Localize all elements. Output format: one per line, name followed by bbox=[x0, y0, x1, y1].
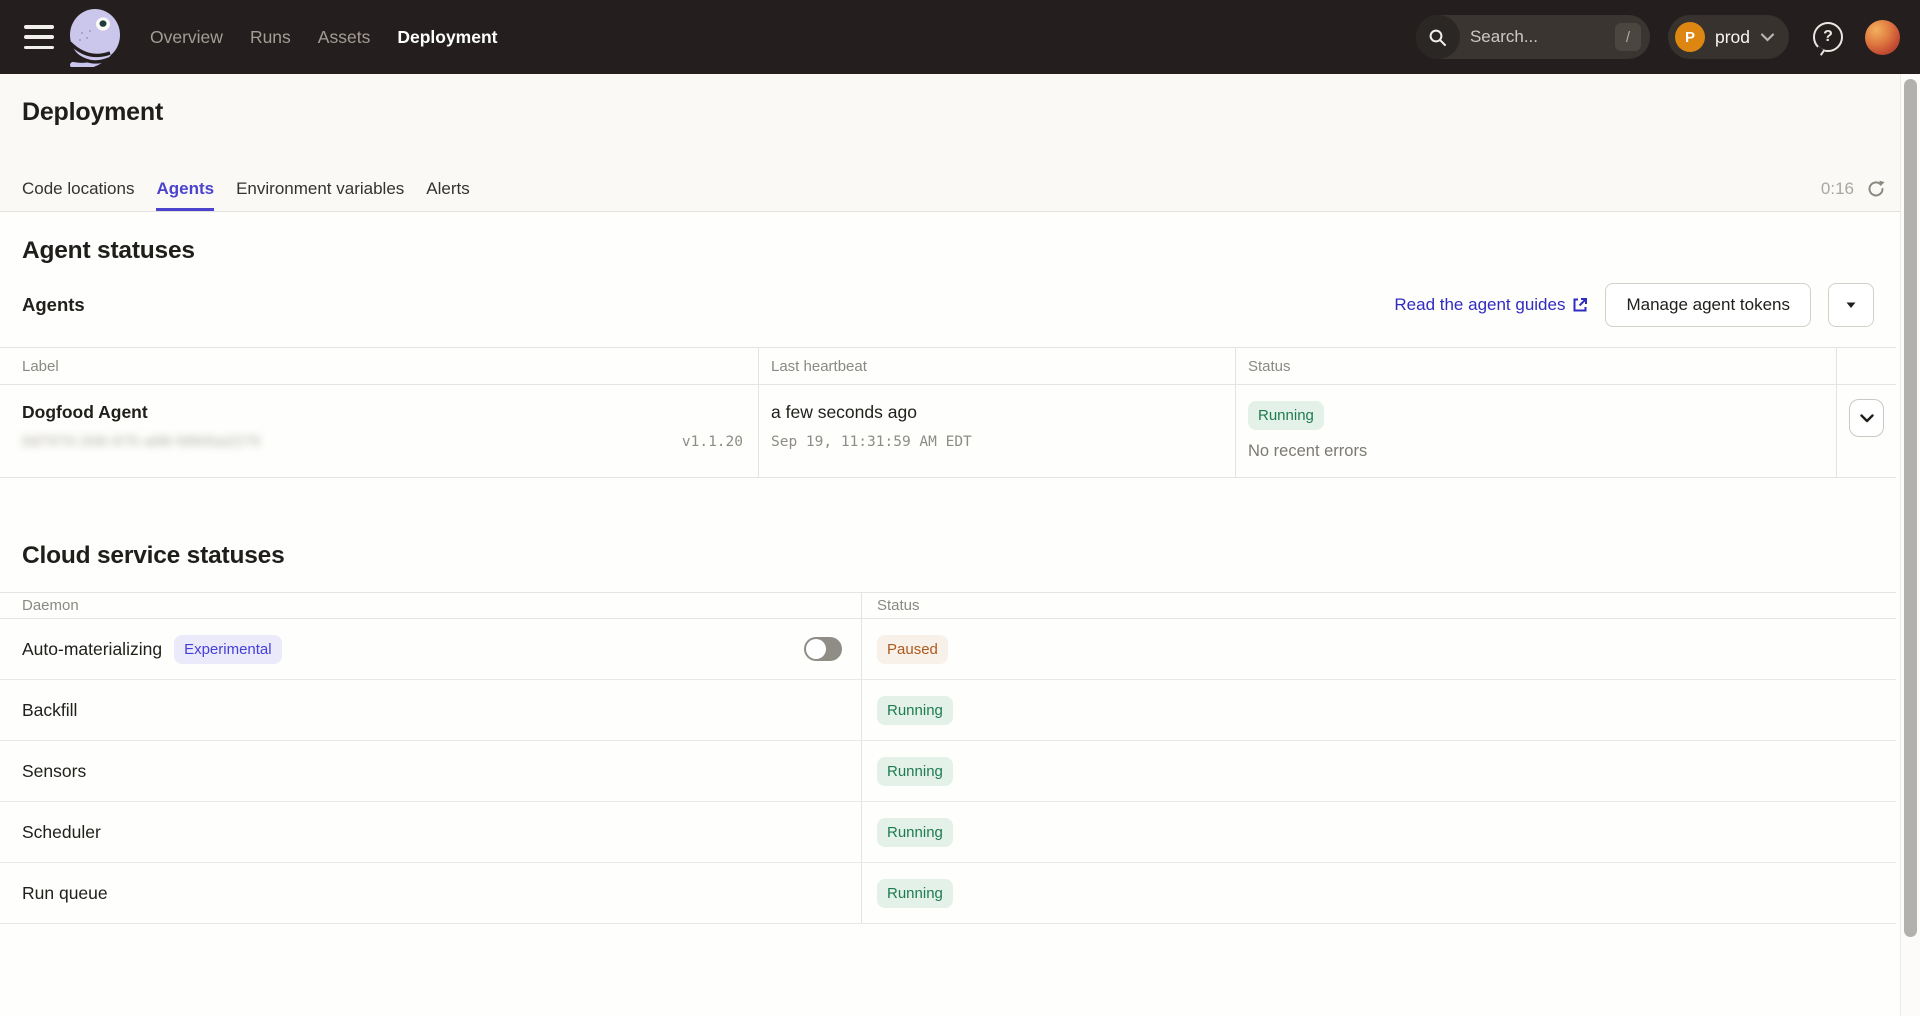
agent-heartbeat-cell: a few seconds ago Sep 19, 11:31:59 AM ED… bbox=[759, 385, 1236, 478]
deployment-name: prod bbox=[1715, 27, 1750, 48]
nav-item-runs[interactable]: Runs bbox=[250, 27, 291, 48]
agent-statuses-heading: Agent statuses bbox=[22, 236, 1896, 266]
agent-label-cell: Dogfood Agent 0d7970-206-975-a98-fd905a2… bbox=[0, 385, 759, 478]
nav-item-deployment[interactable]: Deployment bbox=[397, 27, 497, 48]
status-cell-run-queue: Running bbox=[862, 863, 1896, 924]
chevron-down-icon bbox=[1760, 32, 1775, 42]
help-icon[interactable]: ? bbox=[1813, 22, 1843, 52]
status-cell-scheduler: Running bbox=[862, 802, 1896, 863]
daemon-name: Scheduler bbox=[22, 822, 101, 843]
refresh-countdown: 0:16 bbox=[1821, 179, 1854, 199]
nav-item-assets[interactable]: Assets bbox=[318, 27, 371, 48]
column-header-status: Status bbox=[862, 593, 1896, 619]
chevron-down-icon bbox=[1860, 414, 1874, 423]
tab-agents[interactable]: Agents bbox=[156, 179, 214, 211]
daemon-name: Run queue bbox=[22, 883, 108, 904]
daemon-cell-auto-materializing: Auto-materializing Experimental bbox=[0, 619, 862, 680]
status-cell-auto-materializing: Paused bbox=[862, 619, 1896, 680]
read-agent-guides-link[interactable]: Read the agent guides bbox=[1394, 295, 1588, 315]
agents-table: Label Last heartbeat Status Dogfood Agen… bbox=[0, 347, 1896, 478]
status-badge: Running bbox=[877, 818, 953, 847]
daemon-cell-scheduler: Scheduler bbox=[0, 802, 862, 863]
search-icon bbox=[1416, 15, 1460, 59]
top-navigation-bar: Overview Runs Assets Deployment Search... /… bbox=[0, 0, 1920, 74]
cloud-services-table: Daemon Status Auto-materializing Experime… bbox=[0, 592, 1896, 924]
agent-actions-dropdown-button[interactable] bbox=[1828, 283, 1874, 327]
daemon-name: Auto-materializing bbox=[22, 639, 162, 660]
daemon-cell-sensors: Sensors bbox=[0, 741, 862, 802]
heartbeat-timestamp: Sep 19, 11:31:59 AM EDT bbox=[771, 434, 1223, 450]
hamburger-menu-icon[interactable] bbox=[24, 25, 54, 49]
external-link-icon bbox=[1572, 297, 1588, 313]
tab-bar: Code locations Agents Environment variable… bbox=[22, 179, 470, 211]
refresh-icon[interactable] bbox=[1866, 179, 1886, 199]
tab-alerts[interactable]: Alerts bbox=[426, 179, 469, 211]
status-badge: Running bbox=[1248, 401, 1324, 430]
agent-id-blurred: 0d7970-206-975-a98-fd905a2275 bbox=[22, 433, 261, 450]
status-cell-backfill: Running bbox=[862, 680, 1896, 741]
column-header-label: Label bbox=[0, 348, 759, 385]
cloud-service-statuses-heading: Cloud service statuses bbox=[22, 541, 1896, 571]
search-shortcut-key: / bbox=[1615, 23, 1641, 51]
agent-version: v1.1.20 bbox=[682, 434, 743, 450]
status-badge: Running bbox=[877, 879, 953, 908]
deployment-badge: P bbox=[1675, 22, 1705, 52]
status-badge: Paused bbox=[877, 635, 948, 664]
caret-down-icon bbox=[1845, 301, 1857, 309]
column-header-status: Status bbox=[1236, 348, 1837, 385]
agent-name: Dogfood Agent bbox=[22, 401, 743, 423]
page-title: Deployment bbox=[22, 98, 163, 127]
page-scrollbar bbox=[1900, 74, 1920, 1016]
agent-expand-cell bbox=[1837, 385, 1896, 478]
agent-errors-text: No recent errors bbox=[1248, 442, 1824, 461]
status-cell-sensors: Running bbox=[862, 741, 1896, 802]
deployment-switcher[interactable]: P prod bbox=[1668, 15, 1789, 59]
agent-expand-button[interactable] bbox=[1849, 399, 1884, 437]
search-placeholder: Search... bbox=[1470, 27, 1615, 47]
daemon-cell-run-queue: Run queue bbox=[0, 863, 862, 924]
column-header-last-heartbeat: Last heartbeat bbox=[759, 348, 1236, 385]
status-badge: Running bbox=[877, 757, 953, 786]
nav-item-overview[interactable]: Overview bbox=[150, 27, 223, 48]
daemon-name: Sensors bbox=[22, 761, 86, 782]
column-header-daemon: Daemon bbox=[0, 593, 862, 619]
manage-agent-tokens-button[interactable]: Manage agent tokens bbox=[1605, 283, 1811, 327]
tab-environment-variables[interactable]: Environment variables bbox=[236, 179, 404, 211]
scrollbar-thumb[interactable] bbox=[1904, 79, 1917, 937]
experimental-badge: Experimental bbox=[174, 635, 282, 664]
status-badge: Running bbox=[877, 696, 953, 725]
tab-code-locations[interactable]: Code locations bbox=[22, 179, 134, 211]
main-content: Agent statuses Agents Read the agent gui… bbox=[0, 236, 1896, 924]
dagster-logo[interactable] bbox=[68, 7, 122, 67]
search-input[interactable]: Search... / bbox=[1416, 15, 1650, 59]
agent-status-cell: Running No recent errors bbox=[1236, 385, 1837, 478]
daemon-cell-backfill: Backfill bbox=[0, 680, 862, 741]
heartbeat-relative: a few seconds ago bbox=[771, 401, 1223, 423]
auto-materializing-toggle[interactable] bbox=[804, 637, 842, 661]
primary-nav: Overview Runs Assets Deployment bbox=[150, 27, 497, 48]
toggle-knob bbox=[806, 639, 826, 659]
daemon-name: Backfill bbox=[22, 700, 77, 721]
page-header: Deployment Code locations Agents Environme… bbox=[0, 74, 1920, 212]
user-avatar[interactable] bbox=[1865, 20, 1900, 55]
agents-subheading: Agents bbox=[22, 294, 85, 316]
